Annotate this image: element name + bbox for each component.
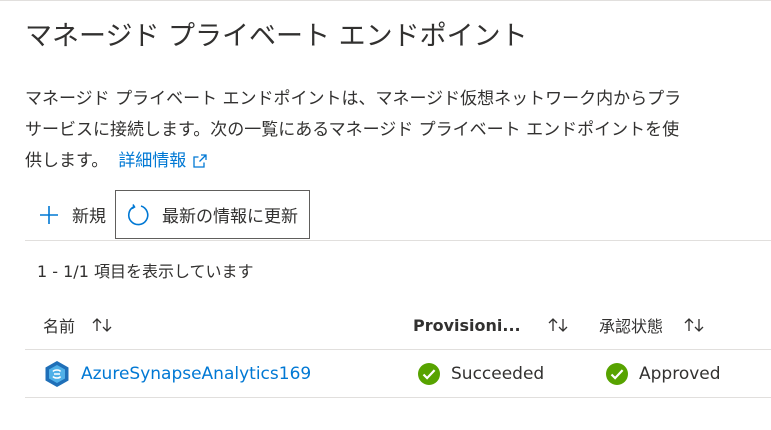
row-divider bbox=[25, 397, 771, 398]
refresh-icon bbox=[126, 203, 150, 227]
column-header-name-label: 名前 bbox=[43, 317, 76, 336]
endpoint-name-link[interactable]: AzureSynapseAnalytics169 bbox=[81, 364, 311, 384]
page-title: マネージド プライベート エンドポイント bbox=[25, 21, 528, 52]
synapse-icon bbox=[43, 360, 71, 388]
toolbar: 新規 最新の情報に更新 bbox=[25, 189, 310, 240]
description-line-3-text: 供します。 bbox=[25, 151, 109, 171]
column-header-name[interactable]: 名前 bbox=[43, 300, 113, 350]
checkmark-circle-icon bbox=[417, 362, 441, 386]
cell-provisioning: Succeeded bbox=[417, 350, 544, 397]
learn-more-link[interactable]: 詳細情報 bbox=[118, 151, 208, 171]
description-line-1: マネージド プライベート エンドポイントは、マネージド仮想ネットワーク内からプラ bbox=[25, 89, 682, 109]
sort-icon[interactable] bbox=[547, 316, 569, 334]
column-header-approval-label: 承認状態 bbox=[599, 317, 664, 336]
external-link-icon bbox=[192, 149, 208, 180]
description-line-2: サービスに接続します。次の一覧にあるマネージド プライベート エンドポイントを使 bbox=[25, 120, 680, 140]
sort-icon[interactable] bbox=[683, 316, 705, 334]
table-row: AzureSynapseAnalytics169 Succeeded Appro… bbox=[25, 350, 771, 397]
approval-status: Approved bbox=[639, 363, 721, 384]
refresh-button[interactable]: 最新の情報に更新 bbox=[115, 190, 310, 239]
column-header-provisioning-label: Provisioni... bbox=[413, 315, 521, 335]
column-header-approval[interactable]: 承認状態 bbox=[599, 300, 705, 350]
provisioning-status: Succeeded bbox=[451, 363, 545, 384]
top-border bbox=[0, 0, 771, 5]
toolbar-divider bbox=[25, 240, 771, 241]
new-button[interactable]: 新規 bbox=[25, 190, 115, 239]
table-header: 名前 Provisioni... 承認状態 bbox=[0, 300, 771, 350]
page-description: マネージド プライベート エンドポイントは、マネージド仮想ネットワーク内からプラ… bbox=[25, 84, 771, 180]
item-count: 1 - 1/1 項目を表示しています bbox=[37, 262, 254, 281]
plus-icon bbox=[38, 204, 60, 226]
description-line-3: 供します。 詳細情報 bbox=[25, 146, 771, 180]
column-header-provisioning[interactable]: Provisioni... bbox=[413, 300, 569, 350]
sort-icon[interactable] bbox=[91, 316, 113, 334]
learn-more-label: 詳細情報 bbox=[118, 151, 187, 171]
new-button-label: 新規 bbox=[72, 207, 106, 227]
cell-approval: Approved bbox=[605, 350, 721, 397]
checkmark-circle-icon bbox=[605, 362, 629, 386]
cell-name: AzureSynapseAnalytics169 bbox=[43, 350, 311, 397]
refresh-button-label: 最新の情報に更新 bbox=[162, 207, 298, 227]
